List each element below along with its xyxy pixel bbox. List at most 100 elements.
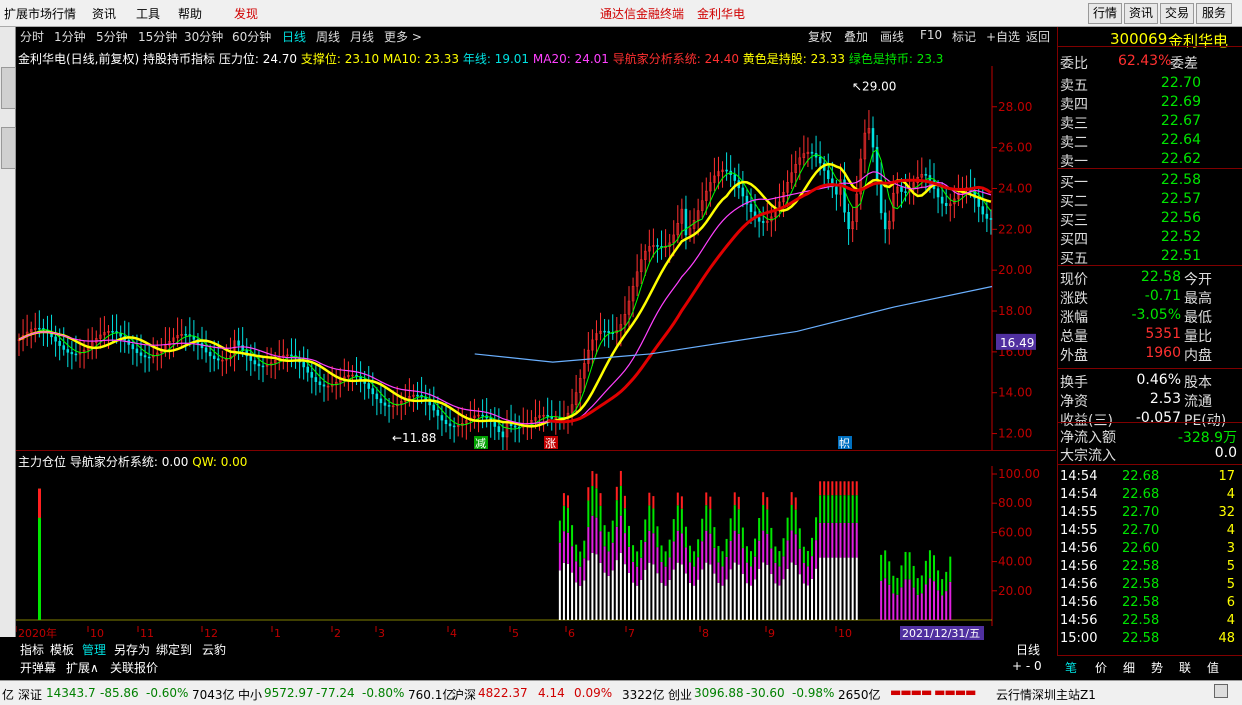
trade-button[interactable]: 交易 (1160, 3, 1194, 24)
kline-chart[interactable]: 28.0026.0024.0022.0020.0018.0016.0014.00… (16, 66, 1056, 450)
mark-button[interactable]: 标记 (952, 28, 976, 45)
f10-button[interactable]: F10 (920, 28, 942, 42)
bid-2-value: 22.57 (1160, 191, 1201, 207)
candle (501, 431, 505, 438)
position-magenta (599, 531, 602, 563)
price-axis-label: 12.00 (998, 427, 1032, 441)
chart-name: 金利华电(日线,前复权) (18, 52, 140, 66)
zoom-controls-icon[interactable]: + - 0 (1012, 659, 1042, 673)
stat-0-label: 现价 (1060, 272, 1088, 288)
position-magenta (896, 594, 899, 620)
candle (249, 355, 253, 361)
index-hs-label[interactable]: 沪深 (452, 686, 476, 703)
position-white (636, 585, 639, 620)
back-button[interactable]: 返回 (1026, 28, 1050, 45)
position-magenta (827, 522, 830, 558)
position-white (770, 573, 773, 620)
service-button[interactable]: 服务 (1196, 3, 1232, 24)
add-favorite-button[interactable]: +自选 (986, 28, 1020, 45)
position-white (587, 560, 590, 620)
position-white (798, 574, 801, 620)
tab-monthly[interactable]: 月线 (350, 28, 374, 45)
position-chart[interactable]: 100.00 80.00 60.00 40.00 20.00 (16, 466, 1056, 626)
tab-related-quote[interactable]: 关联报价 (110, 659, 158, 676)
tab-detail[interactable]: 细 (1123, 659, 1135, 676)
lock-icon[interactable] (1214, 684, 1228, 698)
adjust-button[interactable]: 复权 (808, 28, 832, 45)
position-magenta (819, 522, 822, 558)
index-cy-label[interactable]: 创业 (668, 686, 692, 703)
menu-item-tools[interactable]: 工具 (136, 5, 160, 22)
position-green (888, 561, 891, 585)
side-tab[interactable] (1, 127, 16, 169)
position-green (615, 500, 618, 527)
tab-manage[interactable]: 管理 (82, 641, 106, 658)
menu-item-market[interactable]: 扩展市场行情 (4, 5, 76, 22)
tab-1min[interactable]: 1分钟 (54, 28, 86, 45)
tick-price: 22.58 (1122, 577, 1160, 592)
tab-weekly[interactable]: 周线 (316, 28, 340, 45)
index-sz-label[interactable]: 深证 (18, 686, 42, 703)
tab-daily[interactable]: 日线 (282, 28, 306, 45)
position-white (623, 564, 626, 620)
overlay-button[interactable]: 叠加 (844, 28, 868, 45)
tab-barrage[interactable]: 开弹幕 (20, 659, 56, 676)
indicator-info-line: 金利华电(日线,前复权) 持股持币指标 压力位: 24.70 支撑位: 23.1… (18, 50, 943, 67)
tab-cloud[interactable]: 云豹 (202, 641, 226, 658)
index-zx-label[interactable]: 中小 (238, 686, 262, 703)
position-green (851, 495, 854, 523)
position-green (591, 485, 594, 516)
position-white (709, 564, 712, 620)
info-button[interactable]: 资讯 (1124, 3, 1158, 24)
position-green (912, 565, 915, 588)
position-magenta (880, 580, 883, 620)
tab-intraday[interactable]: 分时 (20, 28, 44, 45)
tab-template[interactable]: 模板 (50, 641, 74, 658)
position-green (790, 504, 793, 531)
period-label[interactable]: 日线 (1016, 641, 1040, 658)
candle (237, 340, 240, 346)
position-magenta (689, 562, 691, 583)
tab-expand[interactable]: 扩展∧ (66, 659, 99, 676)
position-white (603, 572, 606, 620)
app-title: 通达信金融终端 (600, 7, 685, 21)
stock-title: 金利华电 (697, 7, 746, 21)
position-magenta (937, 590, 940, 620)
tab-bind-to[interactable]: 绑定到 (156, 641, 192, 658)
tab-5min[interactable]: 5分钟 (96, 28, 128, 45)
position-magenta (920, 593, 923, 620)
position-white (611, 570, 614, 620)
menu-item-discover[interactable]: 发现 (234, 5, 258, 22)
tab-value[interactable]: 值 (1207, 659, 1219, 676)
candle (416, 394, 419, 397)
tab-indicator[interactable]: 指标 (20, 641, 44, 658)
position-magenta (632, 561, 635, 583)
tab-60min[interactable]: 60分钟 (232, 28, 271, 45)
position-magenta (847, 522, 850, 558)
tab-15min[interactable]: 15分钟 (138, 28, 177, 45)
tab-trend[interactable]: 势 (1151, 659, 1163, 676)
sub-axis-label: 100.00 (998, 467, 1040, 481)
side-tab[interactable] (1, 67, 16, 109)
position-magenta (562, 531, 565, 563)
tab-30min[interactable]: 30分钟 (184, 28, 223, 45)
server-name[interactable]: 云行情深圳主站Z1 (996, 686, 1096, 703)
position-magenta (843, 522, 846, 558)
candle (733, 174, 736, 181)
menu-item-help[interactable]: 帮助 (178, 5, 202, 22)
tab-save-as[interactable]: 另存为 (114, 641, 150, 658)
menu-item-news[interactable]: 资讯 (92, 5, 116, 22)
draw-button[interactable]: 画线 (880, 28, 904, 45)
tab-related[interactable]: 联 (1179, 659, 1191, 676)
tab-trades[interactable]: 笔 (1065, 659, 1077, 676)
position-magenta (758, 540, 761, 570)
position-green (595, 488, 598, 518)
quote-button[interactable]: 行情 (1088, 3, 1122, 24)
tab-price[interactable]: 价 (1095, 659, 1107, 676)
position-magenta (949, 581, 952, 620)
position-magenta (591, 515, 594, 553)
position-green (847, 495, 850, 523)
tab-more[interactable]: 更多 > (384, 28, 422, 45)
position-magenta (587, 527, 590, 561)
index-zx-amount: 760.1亿 (408, 688, 455, 702)
